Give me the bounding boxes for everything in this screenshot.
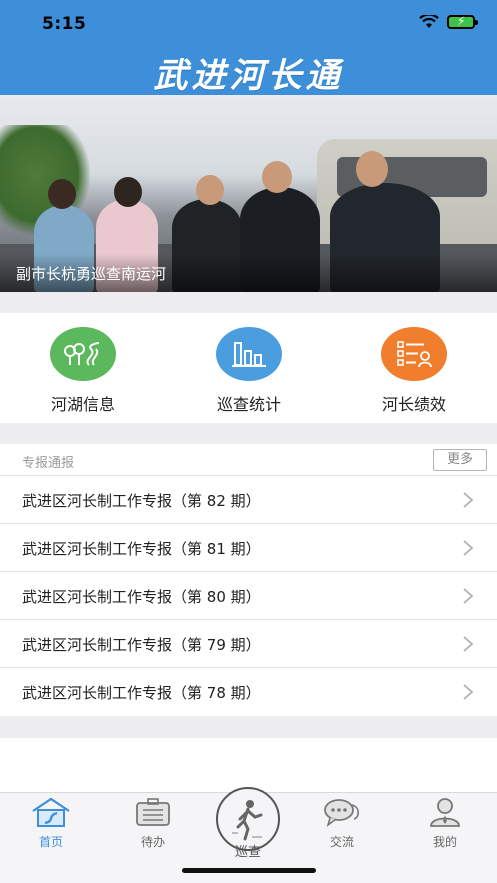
- quick-item-river-info[interactable]: 河湖信息: [13, 327, 153, 415]
- report-item[interactable]: 武进区河长制工作专报（第 81 期）: [0, 524, 497, 572]
- checklist-icon: [381, 327, 447, 381]
- reports-header: 专报通报 更多: [0, 444, 497, 476]
- river-lake-icon: [50, 327, 116, 381]
- quick-item-label: 巡查统计: [216, 395, 281, 414]
- blank-area: [0, 738, 497, 792]
- chevron-right-icon: [463, 492, 474, 508]
- tab-patrol-label: 巡查: [234, 845, 261, 860]
- report-item-label: 武进区河长制工作专报（第 80 期）: [22, 588, 261, 606]
- report-item[interactable]: 武进区河长制工作专报（第 79 期）: [0, 620, 497, 668]
- chevron-right-icon: [463, 684, 474, 700]
- report-item[interactable]: 武进区河长制工作专报（第 80 期）: [0, 572, 497, 620]
- banner-caption: 副市长杭勇巡查南运河: [16, 265, 167, 283]
- quick-item-patrol-stats[interactable]: 巡查统计: [179, 327, 319, 415]
- briefcase-icon: [136, 798, 170, 826]
- tab-chat[interactable]: 交流: [307, 797, 377, 850]
- chevron-right-icon: [463, 588, 474, 604]
- report-item[interactable]: 武进区河长制工作专报（第 82 期）: [0, 476, 497, 524]
- quick-item-chief-performance[interactable]: 河长绩效: [344, 327, 484, 415]
- user-icon: [430, 798, 460, 827]
- status-time: 5:15: [42, 14, 87, 34]
- quick-item-label: 河长绩效: [381, 395, 446, 414]
- walking-person-icon: [232, 800, 263, 841]
- wifi-icon: [419, 15, 439, 28]
- battery-icon: ⚡: [447, 14, 478, 29]
- report-item-label: 武进区河长制工作专报（第 81 期）: [22, 540, 261, 558]
- reports-panel: 专报通报 更多 武进区河长制工作专报（第 82 期） 武进区河长制工作专报（第 …: [0, 444, 497, 716]
- report-item-label: 武进区河长制工作专报（第 78 期）: [22, 684, 261, 702]
- reports-title: 专报通报: [22, 456, 75, 471]
- chevron-right-icon: [463, 540, 474, 556]
- bar-chart-icon: [216, 327, 282, 381]
- tab-mine[interactable]: 我的: [410, 797, 480, 850]
- quick-item-label: 河湖信息: [50, 395, 115, 414]
- tab-mine-label: 我的: [432, 835, 457, 849]
- chat-icon: [324, 799, 360, 828]
- more-button[interactable]: 更多: [433, 449, 487, 471]
- report-item[interactable]: 武进区河长制工作专报（第 78 期）: [0, 668, 497, 716]
- tab-home-label: 首页: [38, 835, 63, 849]
- report-item-label: 武进区河长制工作专报（第 79 期）: [22, 636, 261, 654]
- tab-todo-label: 待办: [140, 835, 165, 849]
- status-icons: ⚡: [419, 14, 478, 29]
- report-item-label: 武进区河长制工作专报（第 82 期）: [22, 492, 261, 510]
- tab-chat-label: 交流: [329, 835, 354, 849]
- quick-menu: 河湖信息 巡查统计 河长绩效: [0, 313, 497, 423]
- status-bar: 5:15 ⚡: [0, 0, 497, 44]
- chevron-right-icon: [463, 636, 474, 652]
- home-icon: [32, 797, 70, 827]
- home-indicator[interactable]: [182, 868, 316, 873]
- tab-todo[interactable]: 待办: [118, 797, 188, 850]
- news-banner[interactable]: 副市长杭勇巡查南运河: [0, 95, 497, 292]
- tab-home[interactable]: 首页: [16, 797, 86, 850]
- app-title: 武进河长通: [153, 56, 344, 96]
- app-header: 5:15 ⚡ 武进河长通: [0, 0, 497, 96]
